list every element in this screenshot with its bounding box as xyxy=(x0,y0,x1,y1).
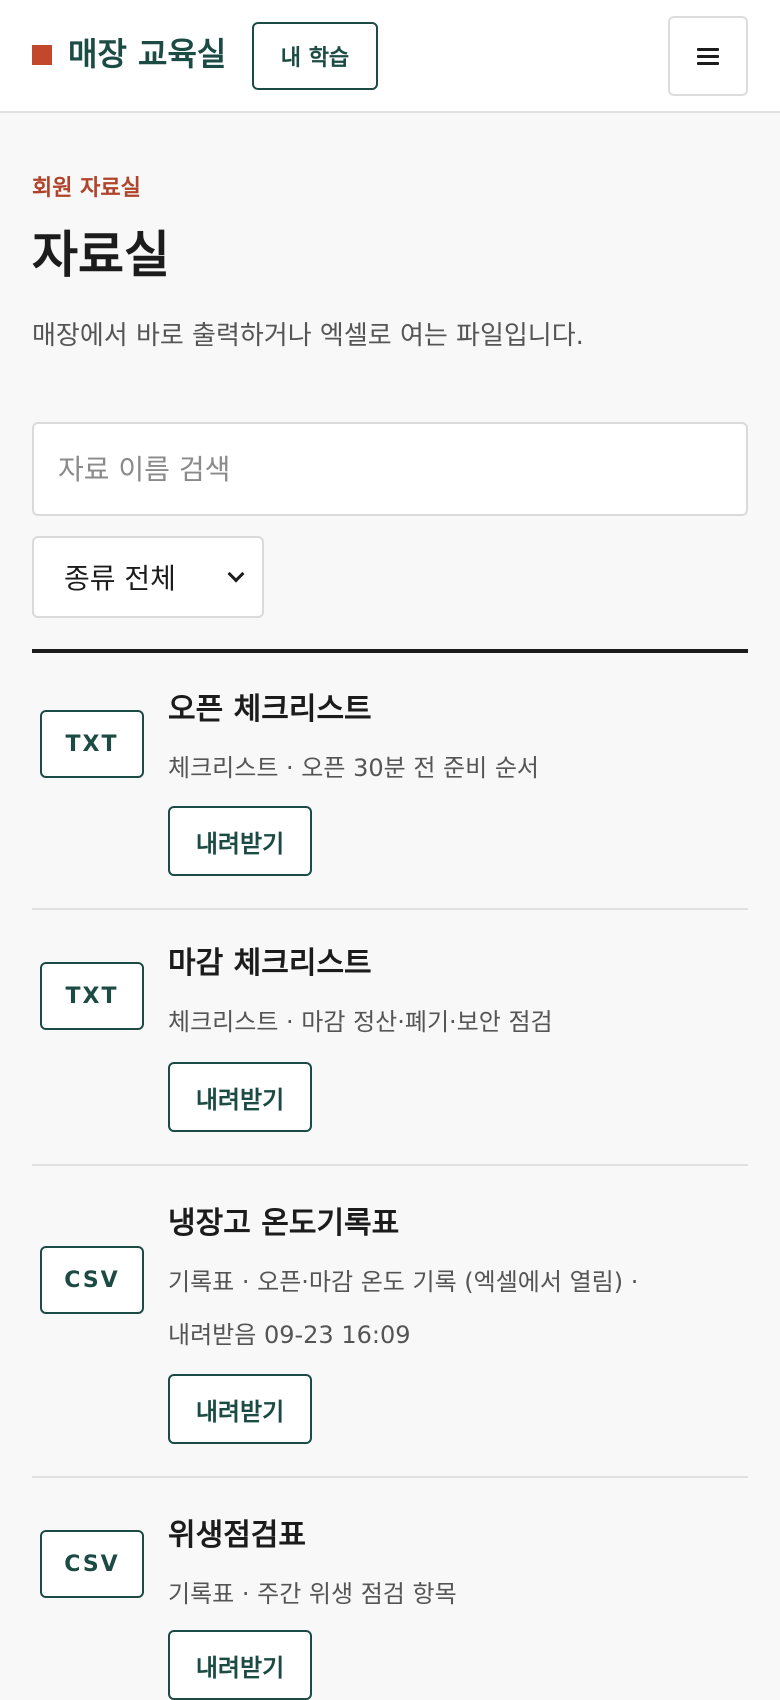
download-button[interactable]: 내려받기 xyxy=(168,1062,312,1132)
site-header: 매장 교육실 내 학습 xyxy=(0,0,780,113)
file-list-item: CSV 위생점검표 기록표 · 주간 위생 점검 항목 내려받기 xyxy=(32,1504,748,1700)
list-divider xyxy=(32,1476,748,1478)
file-type-badge: CSV xyxy=(40,1246,144,1314)
chevron-down-icon xyxy=(227,565,245,583)
search-input[interactable] xyxy=(32,422,748,516)
file-title: 마감 체크리스트 xyxy=(168,946,372,981)
file-meta: 체크리스트 · 마감 정산·폐기·보안 점검 xyxy=(168,1008,553,1036)
file-meta: 체크리스트 · 오픈 30분 전 준비 순서 xyxy=(168,754,539,782)
type-filter-value: 종류 전체 xyxy=(64,562,176,595)
hamburger-icon xyxy=(697,46,719,67)
type-filter-select[interactable]: 종류 전체 xyxy=(32,536,264,618)
file-title: 위생점검표 xyxy=(168,1518,306,1553)
file-type-badge: TXT xyxy=(40,962,144,1030)
brand-logo-mark xyxy=(32,45,52,65)
list-top-divider xyxy=(32,649,748,653)
brand-name[interactable]: 매장 교육실 xyxy=(68,32,226,76)
my-learning-button[interactable]: 내 학습 xyxy=(252,22,378,90)
file-type-badge: TXT xyxy=(40,710,144,778)
file-title: 냉장고 온도기록표 xyxy=(168,1206,400,1241)
file-list-item: CSV 냉장고 온도기록표 기록표 · 오픈·마감 온도 기록 (엑셀에서 열림… xyxy=(32,1192,748,1476)
page-description: 매장에서 바로 출력하거나 엑셀로 여는 파일입니다. xyxy=(32,321,584,351)
section-eyebrow: 회원 자료실 xyxy=(32,176,141,201)
file-list-item: TXT 오픈 체크리스트 체크리스트 · 오픈 30분 전 준비 순서 내려받기 xyxy=(32,680,748,912)
file-list-item: TXT 마감 체크리스트 체크리스트 · 마감 정산·폐기·보안 점검 내려받기 xyxy=(32,936,748,1168)
download-button[interactable]: 내려받기 xyxy=(168,806,312,876)
list-divider xyxy=(32,908,748,910)
download-button[interactable]: 내려받기 xyxy=(168,1374,312,1444)
file-meta: 기록표 · 주간 위생 점검 항목 xyxy=(168,1580,457,1608)
file-meta: 기록표 · 오픈·마감 온도 기록 (엑셀에서 열림) · 내려받음 09-23… xyxy=(168,1268,639,1349)
file-title: 오픈 체크리스트 xyxy=(168,692,372,727)
page-title: 자료실 xyxy=(32,226,170,284)
menu-button[interactable] xyxy=(668,16,748,96)
download-button[interactable]: 내려받기 xyxy=(168,1630,312,1700)
list-divider xyxy=(32,1164,748,1166)
file-type-badge: CSV xyxy=(40,1530,144,1598)
